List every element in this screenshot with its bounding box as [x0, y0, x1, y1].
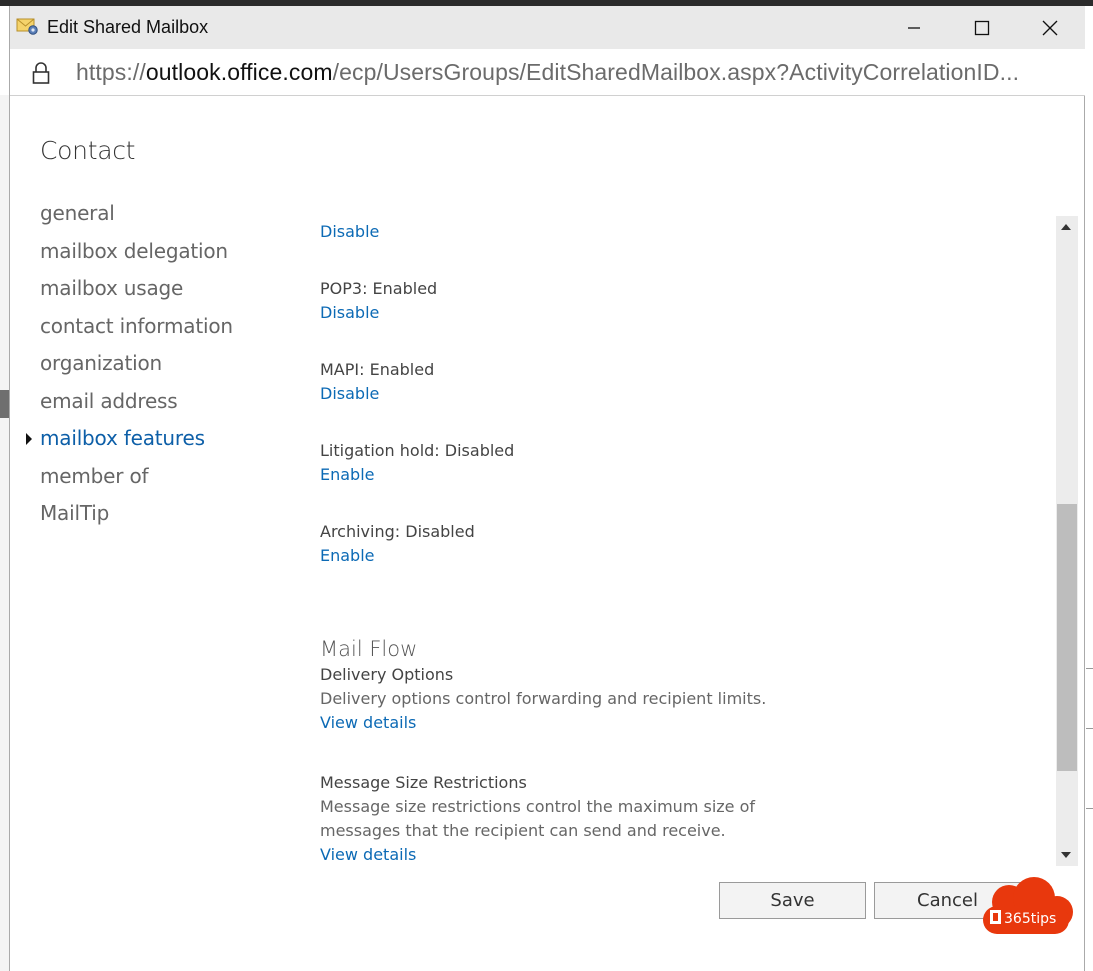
- close-button[interactable]: [1016, 6, 1084, 49]
- litigation-hold-enable-link[interactable]: Enable: [320, 463, 514, 487]
- mapi-disable-link[interactable]: Disable: [320, 382, 434, 406]
- address-bar[interactable]: https://outlook.office.com/ecp/UsersGrou…: [10, 49, 1085, 96]
- background-divider: [1086, 728, 1093, 729]
- url-text[interactable]: https://outlook.office.com/ecp/UsersGrou…: [76, 59, 1019, 86]
- pop3-disable-link[interactable]: Disable: [320, 301, 437, 325]
- sidebar-item-member-of[interactable]: member of: [40, 464, 233, 502]
- sidebar-nav: general mailbox delegation mailbox usage…: [26, 201, 233, 539]
- minimize-button[interactable]: [880, 6, 948, 49]
- feature-top: Disable: [320, 220, 379, 244]
- feature-archiving: Archiving: Disabled Enable: [320, 520, 475, 568]
- url-domain: outlook.office.com: [145, 59, 333, 85]
- maximize-button[interactable]: [948, 6, 1016, 49]
- vertical-scrollbar[interactable]: [1056, 216, 1078, 866]
- message-size-description-line2: messages that the recipient can send and…: [320, 821, 726, 840]
- selected-arrow-icon: [26, 433, 32, 445]
- mapi-status: MAPI: Enabled: [320, 360, 435, 379]
- edit-shared-mailbox-dialog: Edit Shared Mailbox https://outlook.offi…: [9, 6, 1085, 971]
- background-left-strip: [0, 95, 9, 971]
- sidebar-item-label: MailTip: [40, 501, 110, 525]
- scroll-down-arrow-icon[interactable]: [1061, 852, 1071, 858]
- maximize-icon: [974, 20, 990, 35]
- background-block: [0, 390, 9, 418]
- lock-icon: [32, 62, 50, 84]
- sidebar-item-mailbox-features[interactable]: mailbox features: [26, 426, 233, 464]
- archiving-enable-link[interactable]: Enable: [320, 544, 475, 568]
- office-icon: [990, 910, 1001, 924]
- disable-link[interactable]: Disable: [320, 220, 379, 244]
- url-path: /ecp/UsersGroups/EditSharedMailbox.aspx?…: [332, 59, 1020, 85]
- sidebar-item-label: mailbox usage: [40, 276, 184, 300]
- minimize-icon: [908, 26, 920, 29]
- delivery-options-description: Delivery options control forwarding and …: [320, 689, 767, 708]
- features-panel[interactable]: Disable POP3: Enabled Disable MAPI: Enab…: [306, 216, 1056, 866]
- feature-litigation-hold: Litigation hold: Disabled Enable: [320, 439, 514, 487]
- delivery-options-title: Delivery Options: [320, 665, 454, 684]
- sidebar-item-email-address[interactable]: email address: [40, 389, 233, 427]
- sidebar-item-label: organization: [40, 351, 162, 375]
- scroll-up-arrow-icon[interactable]: [1061, 224, 1071, 230]
- scrollbar-thumb[interactable]: [1057, 504, 1077, 771]
- feature-pop3: POP3: Enabled Disable: [320, 277, 437, 325]
- mail-flow-title: Mail Flow: [320, 637, 418, 661]
- archiving-status: Archiving: Disabled: [320, 522, 475, 541]
- message-size-view-details-link[interactable]: View details: [320, 843, 755, 866]
- url-prefix: https://: [76, 59, 146, 85]
- message-size-description-line1: Message size restrictions control the ma…: [320, 797, 756, 816]
- sidebar-item-label: email address: [40, 388, 178, 413]
- background-divider: [1086, 808, 1093, 809]
- litigation-hold-status: Litigation hold: Disabled: [320, 441, 515, 460]
- sidebar-item-label: contact information: [40, 313, 233, 338]
- delivery-options-view-details-link[interactable]: View details: [320, 711, 766, 735]
- message-size-title: Message Size Restrictions: [320, 773, 527, 792]
- background-right-strip: [1085, 95, 1093, 971]
- close-icon: [1042, 20, 1058, 35]
- message-size-section: Message Size Restrictions Message size r…: [320, 771, 755, 866]
- badge-text: 365tips: [1004, 911, 1056, 927]
- sidebar-item-label: mailbox features: [40, 426, 205, 450]
- sidebar-item-label: general: [40, 201, 115, 225]
- mailbox-app-icon: [16, 18, 38, 35]
- save-button[interactable]: Save: [719, 882, 866, 919]
- page-title: Contact: [40, 136, 136, 165]
- sidebar-item-organization[interactable]: organization: [40, 351, 233, 389]
- mail-flow-section: Mail Flow Delivery Options Delivery opti…: [320, 635, 766, 735]
- feature-mapi: MAPI: Enabled Disable: [320, 358, 434, 406]
- pop3-status: POP3: Enabled: [320, 279, 438, 298]
- background-divider: [1086, 668, 1093, 669]
- window-title: Edit Shared Mailbox: [47, 17, 209, 37]
- title-bar[interactable]: Edit Shared Mailbox: [10, 6, 1085, 49]
- sidebar-item-mailtip[interactable]: MailTip: [40, 501, 233, 539]
- sidebar-item-label: member of: [40, 463, 149, 488]
- sidebar-item-label: mailbox delegation: [40, 238, 228, 263]
- sidebar-item-mailbox-delegation[interactable]: mailbox delegation: [40, 239, 233, 277]
- sidebar-item-general[interactable]: general: [40, 201, 233, 239]
- sidebar-item-mailbox-usage[interactable]: mailbox usage: [40, 276, 233, 314]
- sidebar-item-contact-information[interactable]: contact information: [40, 314, 233, 352]
- 365tips-logo-badge: 365tips: [983, 877, 1073, 934]
